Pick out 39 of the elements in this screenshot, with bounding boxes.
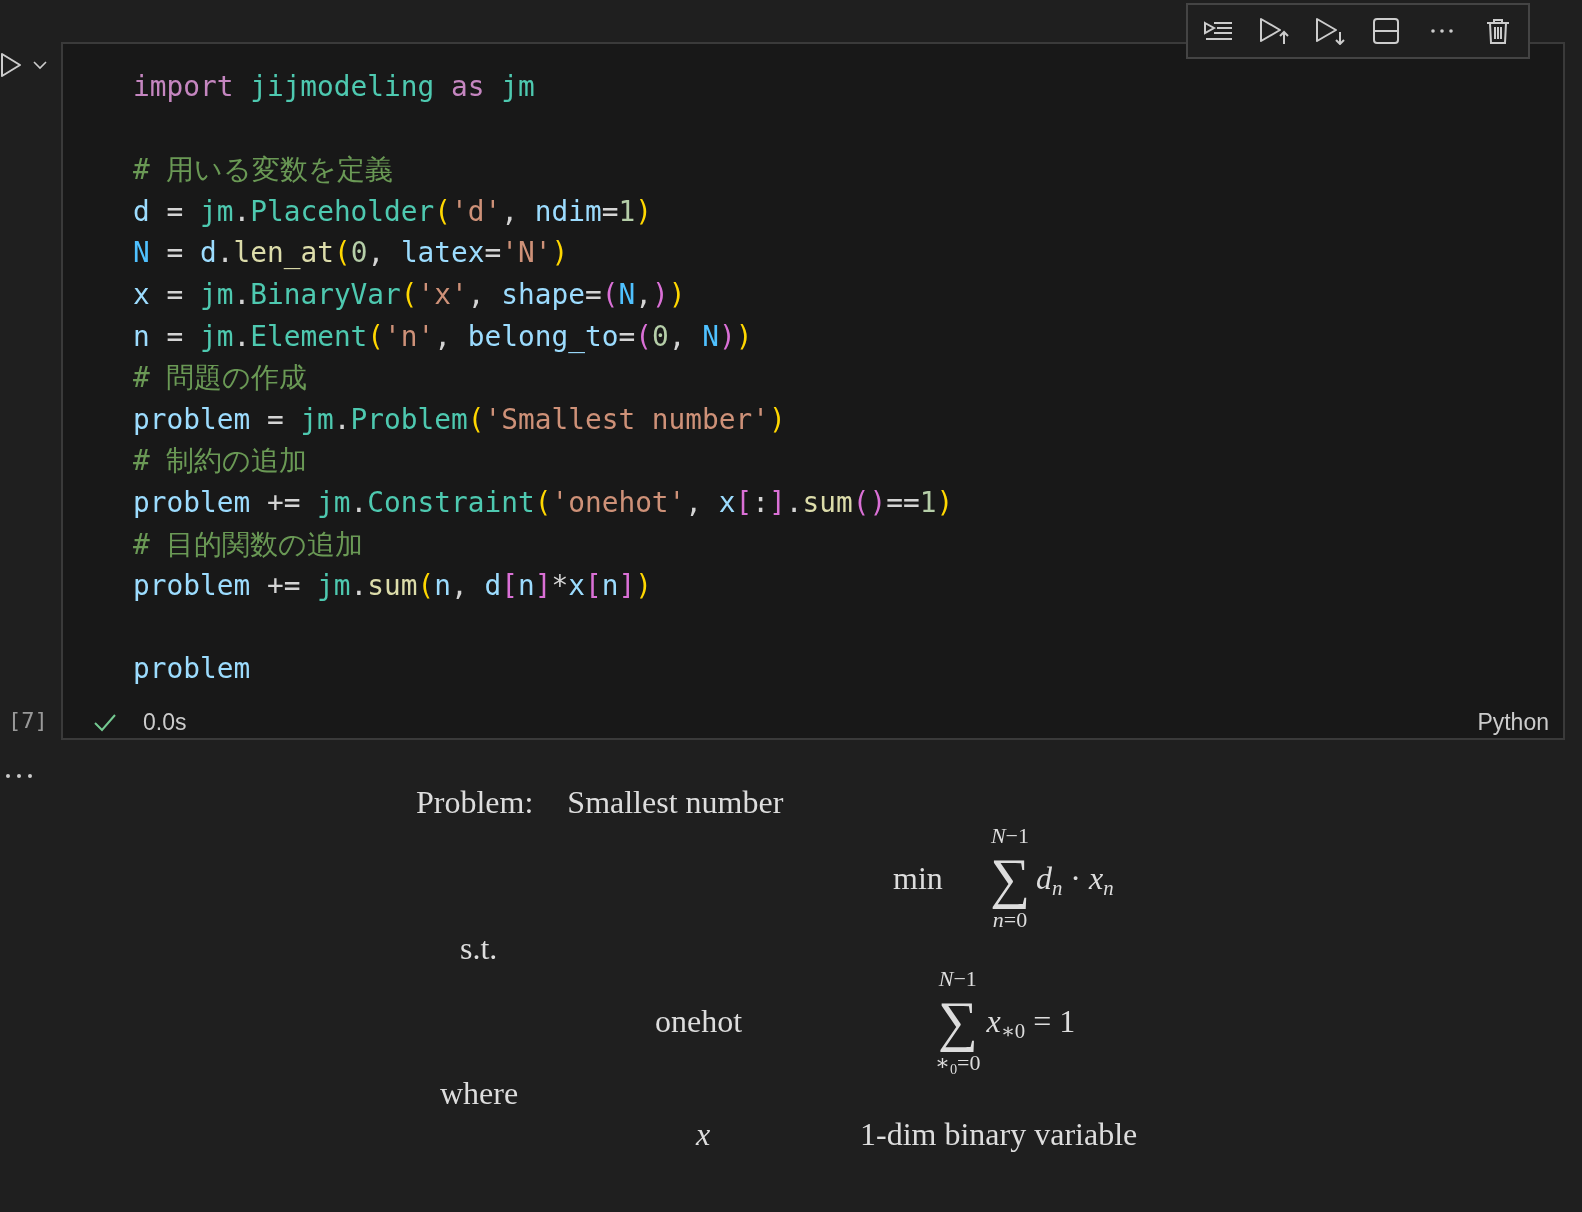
code-line: x = jm.BinaryVar('x', shape=(N,)) xyxy=(133,277,686,311)
run-icon[interactable] xyxy=(0,52,22,78)
code-line: problem xyxy=(133,652,251,686)
code-line: problem = jm.Problem('Smallest number') xyxy=(133,402,786,436)
more-icon[interactable] xyxy=(4,772,34,780)
objective-expression: d$_{n}$ · x$_{n}$ xyxy=(1035,859,1114,898)
sum-upper-limit: N−1 xyxy=(938,967,977,991)
chevron-down-icon[interactable] xyxy=(32,60,48,70)
code-line: import jijmodeling as jm xyxy=(133,70,535,103)
code-line: # 用いる変数を定義 xyxy=(133,153,394,187)
variable-symbol: x xyxy=(696,1115,712,1154)
sum-lower-limit: n=0 xyxy=(992,908,1028,932)
constraint-expression: x$_{∗0}$ = 1 xyxy=(986,1002,1076,1041)
code-line: problem += jm.Constraint('onehot', x[:].sum()==1) xyxy=(133,485,954,519)
run-above-icon[interactable] xyxy=(1258,17,1290,45)
problem-label: Problem: xyxy=(416,783,534,822)
sum-lower-limit: ∗$_{0}$=0 xyxy=(935,1051,981,1075)
execution-count: [7] xyxy=(8,708,48,733)
variable-description: 1-dim binary variable xyxy=(860,1115,1138,1154)
code-line: # 制約の追加 xyxy=(133,444,308,478)
code-line: # 問題の作成 xyxy=(133,361,308,395)
summation-sign: ∑ xyxy=(937,991,978,1051)
language-label[interactable]: Python xyxy=(1477,709,1549,736)
code-line: N = d.len_at(0, latex='N') xyxy=(133,236,569,270)
constraint-name: onehot xyxy=(655,1002,744,1041)
code-cell[interactable] xyxy=(61,42,1565,740)
code-line: n = jm.Element('n', belong_to=(0, N)) xyxy=(133,319,753,353)
split-cell-icon[interactable] xyxy=(1370,17,1402,45)
where-label: where xyxy=(440,1075,519,1111)
sum-upper-limit: N−1 xyxy=(990,824,1029,848)
constraints-label: s.t. xyxy=(460,930,498,966)
problem-name: Smallest number xyxy=(567,783,784,822)
summation-sign: ∑ xyxy=(990,848,1030,908)
objective-label: min xyxy=(893,859,944,898)
execution-time: 0.0s xyxy=(143,709,187,736)
code-line: problem += jm.sum(n, d[n]*x[n]) xyxy=(133,569,653,603)
code-line: d = jm.Placeholder('d', ndim=1) xyxy=(133,194,652,228)
run-below-icon[interactable] xyxy=(1314,17,1346,45)
code-line: # 目的関数の追加 xyxy=(133,527,364,561)
